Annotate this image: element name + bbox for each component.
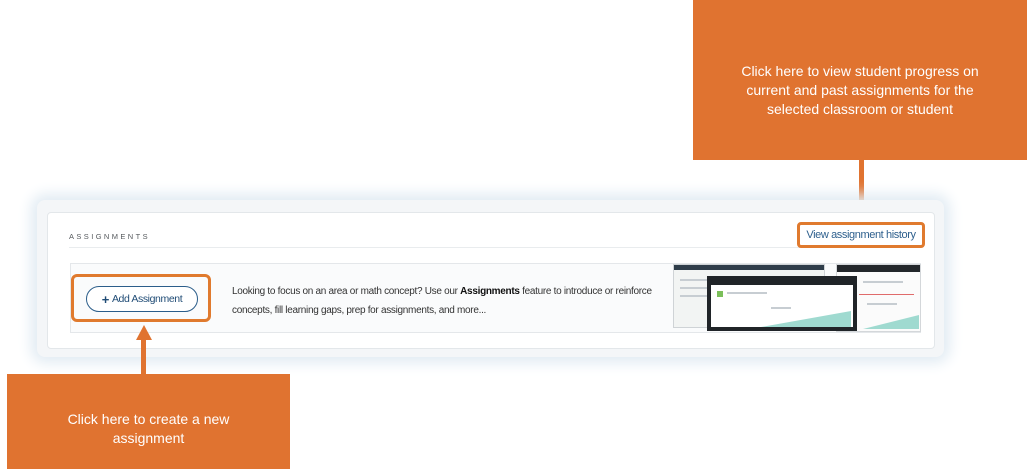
promo-text-before: Looking to focus on an area or math conc… [232, 286, 461, 297]
history-link-label: View assignment history [806, 229, 916, 241]
create-callout-arrow [141, 338, 146, 374]
preview-line [680, 287, 708, 289]
section-divider [69, 247, 919, 248]
assignments-preview-image-front [707, 276, 857, 331]
history-callout-text: Click here to view student progress on c… [741, 62, 979, 117]
section-title: ASSIGNMENTS [69, 232, 150, 241]
preview-line [727, 292, 767, 294]
preview-line [867, 303, 897, 305]
create-callout-text: Click here to create a new assignment [67, 410, 230, 446]
view-assignment-history-link[interactable]: View assignment history [797, 222, 925, 248]
add-assignment-button[interactable]: + Add Assignment [86, 286, 198, 312]
preview-green-badge [717, 291, 723, 297]
preview-red-line [859, 294, 914, 295]
plus-icon: + [101, 291, 110, 307]
promo-text-bold: Assignments [460, 286, 520, 297]
preview-line [771, 307, 791, 309]
history-callout-arrow [859, 160, 864, 204]
preview-titlebar [837, 265, 920, 272]
preview-chart-area [863, 315, 919, 329]
history-callout: Click here to view student progress on c… [693, 0, 1027, 160]
preview-line [863, 281, 903, 283]
preview-titlebar [674, 265, 824, 270]
create-callout: Click here to create a new assignment [7, 374, 290, 469]
promo-description: Looking to focus on an area or math conc… [232, 282, 652, 320]
preview-chart-area [761, 311, 851, 327]
add-assignment-label: Add Assignment [111, 293, 183, 305]
